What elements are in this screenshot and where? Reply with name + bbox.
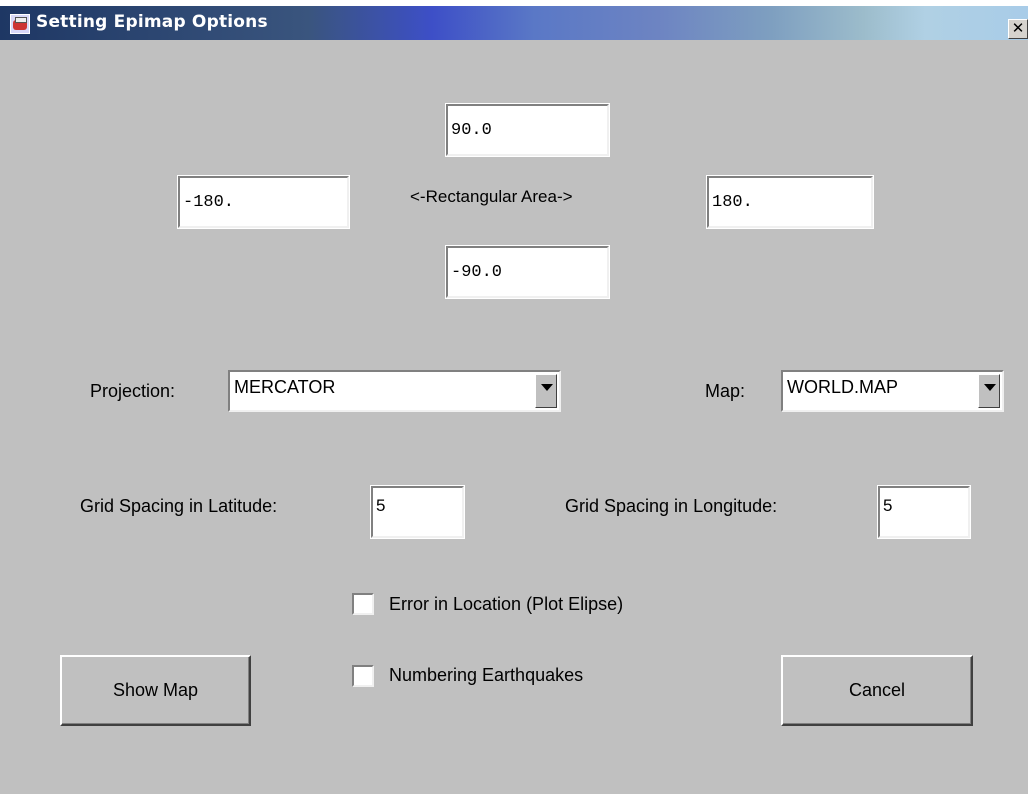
- error-location-checkbox[interactable]: [352, 593, 374, 615]
- south-bound-input[interactable]: [451, 248, 604, 296]
- east-bound-field[interactable]: [706, 175, 874, 229]
- grid-latitude-field[interactable]: [370, 482, 465, 539]
- grid-longitude-field[interactable]: [877, 482, 971, 539]
- north-bound-input[interactable]: [451, 106, 604, 154]
- grid-longitude-input[interactable]: [883, 482, 965, 530]
- map-select[interactable]: WORLD.MAP: [781, 370, 1004, 412]
- projection-label: Projection:: [90, 381, 176, 401]
- numbering-earthquakes-checkbox[interactable]: [352, 665, 374, 687]
- close-button[interactable]: ✕: [1008, 19, 1028, 39]
- chevron-down-icon[interactable]: [535, 374, 557, 408]
- rectangular-area-label: <-Rectangular Area->: [410, 187, 573, 206]
- map-value: WORLD.MAP: [787, 377, 899, 397]
- west-bound-field[interactable]: [177, 175, 350, 229]
- map-label: Map:: [705, 381, 746, 401]
- chevron-down-icon[interactable]: [978, 374, 1000, 408]
- projection-select[interactable]: MERCATOR: [228, 370, 561, 412]
- west-bound-input[interactable]: [183, 178, 344, 226]
- north-bound-field[interactable]: [445, 103, 610, 157]
- window-title: Setting Epimap Options: [36, 12, 268, 32]
- error-location-label: Error in Location (Plot Elipse): [389, 594, 624, 614]
- projection-value: MERCATOR: [234, 377, 336, 397]
- title-bar[interactable]: Setting Epimap Options ✕: [0, 6, 1028, 40]
- numbering-earthquakes-label: Numbering Earthquakes: [389, 665, 584, 685]
- cancel-button[interactable]: Cancel: [781, 655, 973, 726]
- cancel-label: Cancel: [848, 680, 906, 700]
- show-map-button[interactable]: Show Map: [60, 655, 251, 726]
- grid-longitude-label: Grid Spacing in Longitude:: [565, 496, 778, 516]
- south-bound-field[interactable]: [445, 245, 610, 299]
- grid-latitude-label: Grid Spacing in Latitude:: [80, 496, 278, 516]
- grid-latitude-input[interactable]: [376, 482, 459, 530]
- show-map-label: Show Map: [112, 680, 199, 700]
- java-app-icon: [10, 14, 30, 34]
- east-bound-input[interactable]: [712, 178, 868, 226]
